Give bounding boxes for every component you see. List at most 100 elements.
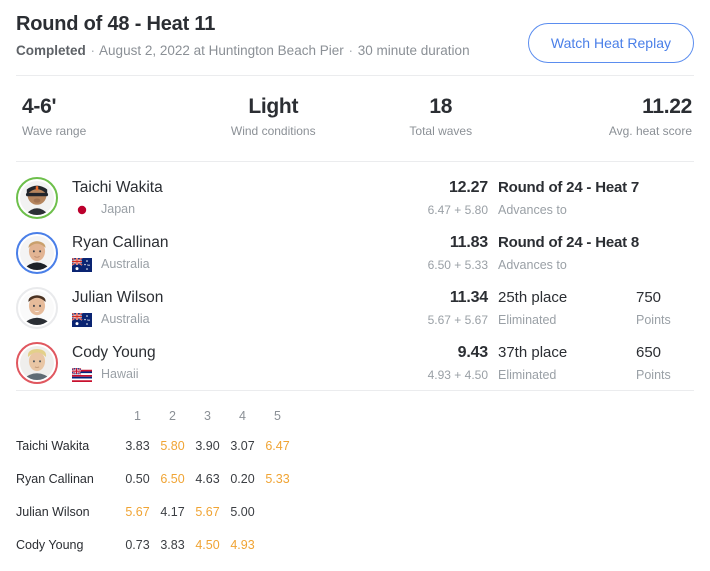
table-row: Julian Wilson 5.67 4.17 5.67 5.00	[16, 495, 295, 528]
result-status: Eliminated	[498, 312, 557, 327]
points-label: Points	[636, 312, 671, 327]
wave-score: 0.73	[125, 537, 150, 552]
table-row: Cody Young 0.73 3.83 4.50 4.93	[16, 528, 295, 561]
avatar-ring	[16, 341, 58, 384]
heat-stats: 4-6' Wave range Light Wind conditions 18…	[0, 76, 710, 161]
surfer-result: Round of 24 - Heat 7 Advances to	[498, 178, 640, 218]
wave-row-name: Julian Wilson	[16, 504, 90, 519]
result-status: Advances to	[498, 257, 567, 272]
wave-header-2: 2	[169, 409, 176, 423]
country-label: Japan	[101, 202, 136, 216]
wave-score: 4.63	[195, 471, 220, 486]
table-row: Taichi Wakita 3.83 5.80 3.90 3.07 6.47	[16, 429, 295, 462]
wave-score: 4.93	[230, 537, 255, 552]
score-total: 11.34	[449, 288, 488, 306]
surfer-result: 25th place Eliminated	[498, 288, 636, 328]
score-breakdown: 6.47 + 5.80	[427, 202, 488, 217]
wave-row-name: Ryan Callinan	[16, 471, 94, 486]
wave-score: 5.80	[160, 438, 185, 453]
heat-date-location: August 2, 2022 at Huntington Beach Pier	[99, 43, 344, 58]
heat-header-text: Round of 48 - Heat 11 Completed · August…	[16, 11, 470, 59]
surfer-result: 37th place Eliminated	[498, 343, 636, 383]
wave-score: 5.67	[125, 504, 150, 519]
surfer-photo-ryan-callinan	[20, 235, 54, 270]
surfer-row[interactable]: Julian Wilson Australia 11.34 5.67 + 5.6…	[16, 280, 694, 335]
score-total: 12.27	[448, 178, 488, 196]
score-total: 11.83	[449, 233, 488, 251]
surfer-photo-taichi-wakita	[20, 180, 54, 215]
stat-label: Total waves	[409, 124, 473, 138]
result-placement: 25th place	[498, 288, 568, 306]
avatar	[20, 235, 54, 270]
surfer-score: 9.43 4.93 + 4.50	[380, 343, 498, 383]
wave-header-3: 3	[204, 409, 211, 423]
surfer-name: Cody Young	[72, 344, 156, 361]
surfer-country: Australia	[72, 257, 380, 272]
heat-status: Completed	[16, 43, 86, 58]
wave-score: 0.50	[125, 471, 150, 486]
surfer-name: Taichi Wakita	[72, 179, 163, 196]
stat-avg-heat-score: 11.22 Avg. heat score	[525, 94, 695, 145]
surfer-identity: Taichi Wakita Japan	[72, 178, 380, 217]
wave-score-table: 1 2 3 4 5 Taichi Wakita 3.83 5.80 3.90 3…	[0, 391, 710, 561]
wave-score: 6.47	[265, 438, 290, 453]
avatar	[20, 345, 54, 380]
country-label: Hawaii	[101, 367, 139, 381]
surfer-list: Taichi Wakita Japan 12.27 6.47 + 5.80 Ro…	[0, 162, 710, 390]
surfer-score: 12.27 6.47 + 5.80	[380, 178, 498, 218]
surfer-identity: Ryan Callinan Australia	[72, 233, 380, 272]
wave-header-5: 5	[274, 409, 281, 423]
wave-score: 0.20	[230, 471, 255, 486]
score-total: 9.43	[457, 343, 489, 361]
points-value: 650	[636, 343, 662, 361]
surfer-points	[636, 195, 694, 201]
stat-total-waves: 18 Total waves	[357, 94, 525, 145]
wave-score: 6.50	[160, 471, 185, 486]
score-breakdown: 5.67 + 5.67	[427, 312, 488, 327]
surfer-country: Japan	[72, 202, 380, 217]
wave-score: 4.17	[160, 504, 185, 519]
avatar-ring	[16, 231, 58, 274]
surfer-name: Ryan Callinan	[72, 234, 169, 251]
avatar	[20, 180, 54, 215]
stat-wave-range: 4-6' Wave range	[16, 94, 190, 145]
watch-heat-replay-button[interactable]: Watch Heat Replay	[527, 23, 694, 63]
wave-score	[260, 528, 295, 561]
australia-flag-icon	[72, 257, 92, 272]
wave-table-body: Taichi Wakita 3.83 5.80 3.90 3.07 6.47 R…	[16, 429, 295, 561]
avatar	[20, 290, 54, 325]
stat-label: Wave range	[22, 124, 87, 138]
surfer-row[interactable]: Taichi Wakita Japan 12.27 6.47 + 5.80 Ro…	[16, 170, 694, 225]
table-row: Ryan Callinan 0.50 6.50 4.63 0.20 5.33	[16, 462, 295, 495]
wave-header-name	[16, 403, 120, 429]
wave-score: 5.33	[265, 471, 290, 486]
surfer-row[interactable]: Ryan Callinan Australia 11.83 6.50 + 5.3…	[16, 225, 694, 280]
surfer-identity: Cody Young Hawaii	[72, 343, 380, 382]
stat-value: Light	[248, 95, 299, 118]
wave-score: 3.83	[125, 438, 150, 453]
surfer-points: 750 Points	[636, 288, 694, 328]
result-placement: 37th place	[498, 343, 568, 361]
surfer-country: Hawaii	[72, 367, 380, 382]
surfer-result: Round of 24 - Heat 8 Advances to	[498, 233, 639, 273]
surfer-photo-cody-young	[20, 345, 54, 380]
wave-score: 3.83	[160, 537, 185, 552]
stat-value: 11.22	[642, 95, 692, 118]
wave-table-header-row: 1 2 3 4 5	[16, 403, 295, 429]
separator-dot-1: ·	[90, 43, 96, 58]
stat-value: 18	[429, 95, 453, 118]
wave-table-head: 1 2 3 4 5	[16, 403, 295, 429]
stat-wind-conditions: Light Wind conditions	[190, 94, 358, 145]
japan-flag-icon	[72, 202, 92, 217]
points-label: Points	[636, 367, 671, 382]
surfer-identity: Julian Wilson Australia	[72, 288, 380, 327]
surfer-points: 650 Points	[636, 343, 694, 383]
surfer-row[interactable]: Cody Young Hawaii 9.43 4.93 + 4.50 37th …	[16, 335, 694, 390]
country-label: Australia	[101, 312, 150, 326]
points-value: 750	[636, 288, 662, 306]
avatar-ring	[16, 176, 58, 219]
wave-score: 4.50	[195, 537, 220, 552]
result-destination: Round of 24 - Heat 7	[498, 178, 640, 196]
wave-header-4: 4	[239, 409, 246, 423]
avatar-ring	[16, 286, 58, 329]
